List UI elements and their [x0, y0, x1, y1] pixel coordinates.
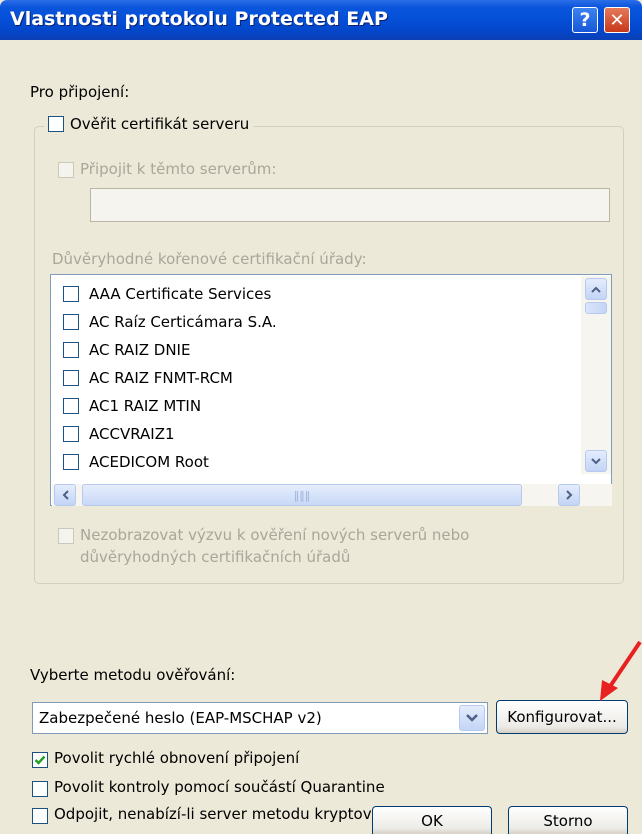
ca-checkbox[interactable] [63, 286, 79, 302]
grip-icon: ‖‖‖ [293, 488, 311, 502]
no-prompt-label-line1: Nezobrazovat výzvu k ověření nových serv… [80, 526, 470, 544]
ca-name: AC1 RAIZ MTIN [89, 397, 202, 415]
fast-reconnect-checkbox[interactable] [32, 752, 48, 768]
chevron-down-icon [591, 457, 601, 464]
fast-reconnect-label: Povolit rychlé obnovení připojení [54, 749, 300, 767]
quarantine-label: Povolit kontroly pomocí součástí Quarant… [54, 778, 385, 796]
horizontal-scrollbar[interactable]: ‖‖‖ [52, 484, 612, 506]
connect-servers-checkbox[interactable] [58, 162, 74, 178]
chevron-down-icon [466, 714, 478, 722]
cancel-button-label: Storno [543, 811, 593, 830]
connect-servers-label: Připojit k těmto serverům: [80, 160, 277, 178]
configure-button[interactable]: Konfigurovat... [496, 700, 628, 734]
verify-cert-checkbox-row[interactable]: Ověřit certifikát serveru [44, 115, 255, 133]
auth-method-label: Vyberte metodu ověřování: [30, 666, 236, 684]
title-bar[interactable]: Vlastnosti protokolu Protected EAP ? ✕ [0, 0, 642, 40]
chevron-right-icon [565, 490, 572, 500]
ca-checkbox[interactable] [63, 398, 79, 414]
ca-checkbox[interactable] [63, 342, 79, 358]
list-item[interactable]: ACCVRAIZ1 [63, 423, 175, 445]
configure-button-label: Konfigurovat... [507, 708, 617, 726]
vertical-scroll-thumb[interactable] [585, 302, 607, 314]
ok-button[interactable]: OK [372, 806, 492, 834]
close-button[interactable]: ✕ [604, 7, 630, 33]
checkmark-icon [34, 755, 46, 765]
scroll-right-button[interactable] [558, 484, 580, 506]
connection-label: Pro připojení: [30, 83, 130, 101]
scroll-up-button[interactable] [585, 278, 607, 300]
ca-checkbox[interactable] [63, 426, 79, 442]
ca-name: AC Raíz Certicámara S.A. [89, 313, 277, 331]
no-prompt-label-line2: důvěryhodných certifikačních úřadů [80, 548, 351, 566]
auth-method-value: Zabezpečené heslo (EAP-MSCHAP v2) [39, 709, 322, 727]
servers-input[interactable] [90, 188, 610, 222]
ca-name: ACCVRAIZ1 [89, 425, 175, 443]
ca-name: AC RAIZ FNMT-RCM [89, 369, 233, 387]
ca-name: ACEDICOM Root [89, 453, 209, 471]
scroll-down-button[interactable] [585, 450, 607, 472]
dialog-window: Vlastnosti protokolu Protected EAP ? ✕ P… [0, 0, 642, 834]
ca-name: AAA Certificate Services [89, 285, 272, 303]
list-item[interactable]: AC1 RAIZ MTIN [63, 395, 201, 417]
cancel-button[interactable]: Storno [508, 806, 628, 834]
scroll-left-button[interactable] [54, 484, 76, 506]
help-button[interactable]: ? [572, 7, 598, 33]
no-prompt-checkbox[interactable] [58, 528, 74, 544]
list-item[interactable]: AAA Certificate Services [63, 283, 271, 305]
tlv-checkbox[interactable] [32, 808, 48, 824]
ca-name: AC RAIZ DNIE [89, 341, 191, 359]
auth-method-select[interactable]: Zabezpečené heslo (EAP-MSCHAP v2) [32, 702, 488, 734]
chevron-up-icon [591, 286, 601, 293]
ca-checkbox[interactable] [63, 314, 79, 330]
ca-checkbox[interactable] [63, 454, 79, 470]
verify-cert-checkbox[interactable] [48, 116, 64, 132]
list-item[interactable]: AC RAIZ DNIE [63, 339, 190, 361]
vertical-scrollbar[interactable] [581, 276, 611, 474]
dialog-title: Vlastnosti protokolu Protected EAP [10, 8, 388, 30]
annotation-arrow [600, 640, 642, 701]
ok-button-label: OK [421, 811, 443, 830]
horizontal-scroll-thumb[interactable]: ‖‖‖ [82, 484, 522, 506]
ca-checkbox[interactable] [63, 370, 79, 386]
trusted-ca-label: Důvěryhodné kořenové certifikační úřady: [52, 250, 367, 268]
list-item[interactable]: AC Raíz Certicámara S.A. [63, 311, 277, 333]
quarantine-checkbox[interactable] [32, 781, 48, 797]
list-item[interactable]: ACEDICOM Root [63, 451, 209, 473]
dropdown-button[interactable] [459, 705, 485, 731]
trusted-ca-list[interactable]: AAA Certificate Services AC Raíz Certicá… [50, 274, 612, 506]
chevron-left-icon [62, 490, 69, 500]
close-icon: ✕ [609, 9, 625, 31]
help-icon: ? [579, 9, 591, 31]
verify-cert-label: Ověřit certifikát serveru [70, 115, 250, 133]
list-item[interactable]: AC RAIZ FNMT-RCM [63, 367, 233, 389]
